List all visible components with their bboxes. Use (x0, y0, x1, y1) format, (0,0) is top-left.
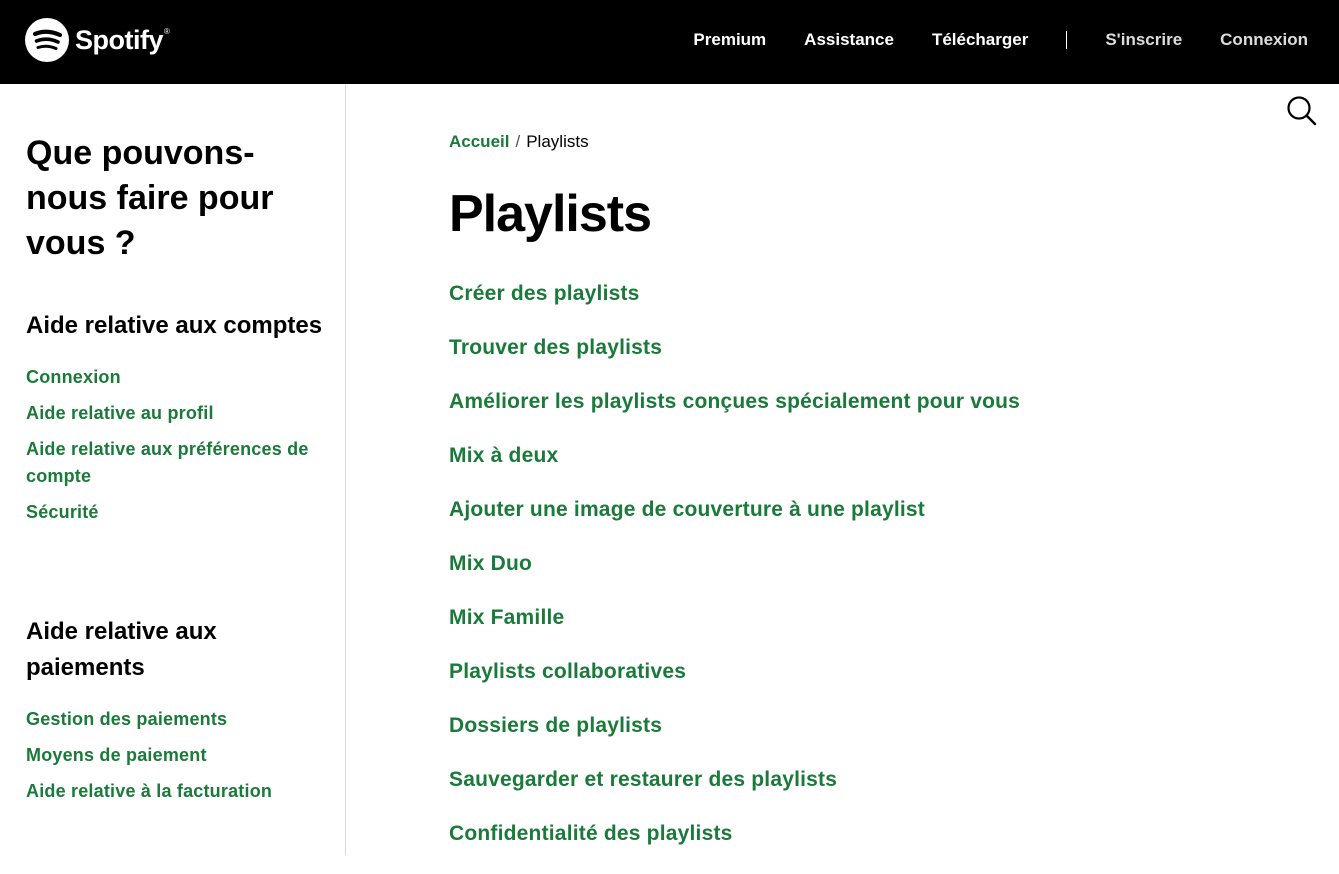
spotify-logo-icon (25, 18, 69, 62)
article-link-find-playlists[interactable]: Trouver des playlists (449, 336, 662, 359)
help-sidebar: Que pouvons-nous faire pour vous ? Aide … (0, 84, 346, 855)
list-item: Créer des playlists (449, 280, 1020, 334)
header-nav: Premium Assistance Télécharger S'inscrir… (655, 0, 1308, 80)
article-list: Créer des playlists Trouver des playlist… (449, 280, 1020, 874)
search-icon (1287, 96, 1317, 126)
sidebar-link-profile[interactable]: Aide relative au profil (26, 400, 326, 427)
logo-wordmark: Spotify (75, 24, 164, 55)
article-link-blend[interactable]: Mix à deux (449, 444, 558, 467)
search-button[interactable] (1284, 93, 1318, 127)
page-title: Playlists (449, 185, 652, 243)
logo-registered-mark: ® (164, 27, 170, 36)
breadcrumb-separator: / (515, 132, 521, 151)
article-link-playlist-folders[interactable]: Dossiers de playlists (449, 714, 662, 737)
list-item: Sauvegarder et restaurer des playlists (449, 766, 1020, 820)
nav-signup-link[interactable]: S'inscrire (1105, 30, 1182, 50)
nav-login-link[interactable]: Connexion (1220, 30, 1308, 50)
nav-premium-link[interactable]: Premium (693, 30, 766, 50)
article-link-improve-made-for-you[interactable]: Améliorer les playlists conçues spéciale… (449, 390, 1020, 413)
spotify-logo-link[interactable]: Spotify ® (25, 17, 170, 63)
sidebar-link-billing-help[interactable]: Aide relative à la facturation (26, 778, 326, 805)
sidebar-link-login[interactable]: Connexion (26, 364, 326, 391)
article-link-family-mix[interactable]: Mix Famille (449, 606, 564, 629)
sidebar-link-payment-methods[interactable]: Moyens de paiement (26, 742, 326, 769)
sidebar-heading-accounts: Aide relative aux comptes (26, 312, 323, 339)
list-item: Mix Famille (449, 604, 1020, 658)
sidebar-link-account-preferences[interactable]: Aide relative aux préférences de compte (26, 436, 326, 490)
article-link-duo-mix[interactable]: Mix Duo (449, 552, 532, 575)
nav-divider (1066, 31, 1068, 49)
nav-assistance-link[interactable]: Assistance (804, 30, 894, 50)
sidebar-heading-payments: Aide relative aux paiements (26, 618, 217, 681)
sidebar-link-payment-management[interactable]: Gestion des paiements (26, 706, 326, 733)
list-item: Ajouter une image de couverture à une pl… (449, 496, 1020, 550)
article-link-cover-image[interactable]: Ajouter une image de couverture à une pl… (449, 498, 925, 521)
list-item: Trouver des playlists (449, 334, 1020, 388)
list-item: Améliorer les playlists conçues spéciale… (449, 388, 1020, 442)
list-item: Mix Duo (449, 550, 1020, 604)
article-link-collaborative-playlists[interactable]: Playlists collaboratives (449, 660, 686, 683)
sidebar-link-security[interactable]: Sécurité (26, 499, 326, 526)
list-item: Playlists collaboratives (449, 658, 1020, 712)
list-item: Dossiers de playlists (449, 712, 1020, 766)
nav-download-link[interactable]: Télécharger (932, 30, 1028, 50)
article-link-backup-restore[interactable]: Sauvegarder et restaurer des playlists (449, 768, 837, 791)
article-link-playlist-privacy[interactable]: Confidentialité des playlists (449, 822, 733, 845)
sidebar-section-payments: Aide relative aux paiements Gestion des … (26, 614, 326, 814)
breadcrumb-home-link[interactable]: Accueil (449, 132, 509, 151)
article-link-create-playlists[interactable]: Créer des playlists (449, 282, 640, 305)
sidebar-title: Que pouvons-nous faire pour vous ? (26, 134, 274, 262)
breadcrumb: Accueil / Playlists (449, 132, 589, 152)
list-item: Confidentialité des playlists (449, 820, 1020, 874)
sidebar-section-accounts: Aide relative aux comptes Connexion Aide… (26, 308, 326, 535)
top-navigation-bar: Spotify ® Premium Assistance Télécharger… (0, 0, 1339, 84)
breadcrumb-current: Playlists (526, 132, 589, 151)
list-item: Mix à deux (449, 442, 1020, 496)
